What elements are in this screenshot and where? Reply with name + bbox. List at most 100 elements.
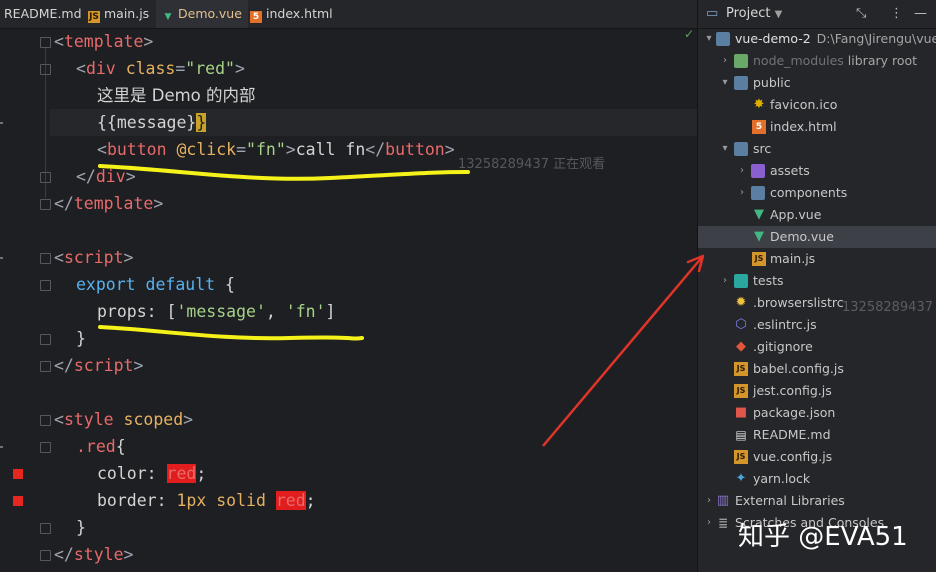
tree-item-external-libraries[interactable]: › ▥ External Libraries [698,490,936,512]
tree-item-main-js[interactable]: JS main.js [698,248,936,270]
color-swatch-marker[interactable] [13,469,23,479]
text-cursor: } [196,113,207,132]
inspection-ok-icon[interactable]: ✓ [684,27,694,41]
tree-item-demo-vue[interactable]: ▼ Demo.vue [698,226,936,248]
editor-tab-bar: README.md JS main.js ▼ Demo.vue 5 index.htm… [0,0,697,29]
code-line-20[interactable]: </style> [54,541,133,568]
html-file-icon: 5 [752,120,766,134]
vue-file-icon: ▼ [754,207,764,222]
chevron-right-icon: › [707,495,711,506]
code-line-10[interactable]: export default { [76,271,235,298]
code-line-15[interactable]: <style scoped> [54,406,193,433]
collapse-all-icon[interactable]: ⤡ [856,6,866,21]
viewer-watermark-right: 13258289437 [842,300,933,315]
tree-item-tests[interactable]: › tests [698,270,936,292]
git-icon: ◆ [736,339,746,354]
fold-toggle[interactable] [40,280,51,291]
folder-icon [734,76,748,90]
code-line-16[interactable]: .red{ [76,433,126,460]
project-view-selector[interactable]: Project ▼ [726,6,782,21]
tree-item-favicon[interactable]: ✸ favicon.ico [698,94,936,116]
tab-readme[interactable]: README.md [4,0,86,28]
code-line-9[interactable]: <script> [54,244,133,271]
fold-toggle[interactable] [40,442,51,453]
browserslist-icon: ✹ [735,295,747,310]
code-line-2[interactable]: <div class="red"> [76,55,245,82]
markdown-icon: ▤ [735,428,747,442]
code-line-18[interactable]: border: 1px solid red; [97,487,316,514]
folder-icon [751,186,765,200]
tree-item-index-html[interactable]: 5 index.html [698,116,936,138]
fold-toggle[interactable] [40,550,51,561]
fold-toggle[interactable] [40,415,51,426]
chevron-right-icon: › [740,187,744,198]
fold-toggle[interactable] [40,172,51,183]
chevron-right-icon: › [723,55,727,66]
folder-icon [716,32,730,46]
line-marker [0,122,3,124]
tab-demo-vue[interactable]: ▼ Demo.vue [156,0,248,28]
folder-icon [734,142,748,156]
scratches-icon: ≣ [717,516,729,530]
code-line-7[interactable]: </template> [54,190,163,217]
tree-item-src[interactable]: ▾ src [698,138,936,160]
tree-item-app-vue[interactable]: ▼ App.vue [698,204,936,226]
eslint-icon: ⬡ [735,317,747,332]
fold-toggle[interactable] [40,37,51,48]
fold-toggle[interactable] [40,361,51,372]
folder-icon [734,274,748,288]
tree-item-package-json[interactable]: ■ package.json [698,402,936,424]
chevron-right-icon: › [707,517,711,528]
fold-toggle[interactable] [40,199,51,210]
code-line-3[interactable]: 这里是 Demo 的内部 [97,82,256,109]
tree-item-vue-config[interactable]: JS vue.config.js [698,446,936,468]
code-line-13[interactable]: </script> [54,352,143,379]
code-line-11[interactable]: props: ['message', 'fn'] [97,298,335,325]
tab-index-html[interactable]: 5 index.html [250,0,333,28]
tree-item-yarn-lock[interactable]: ✦ yarn.lock [698,468,936,490]
tree-item-babel-config[interactable]: JS babel.config.js [698,358,936,380]
chevron-right-icon: › [740,165,744,176]
project-panel-header: ▭ Project ▼ ⤡ ⋮ — [698,0,936,29]
favicon-icon: ✸ [753,97,765,112]
tree-item-public[interactable]: ▾ public [698,72,936,94]
viewer-watermark: 13258289437 正在观看 [458,157,606,172]
code-line-19[interactable]: } [76,514,86,541]
js-file-icon: JS [734,362,748,376]
more-options-icon[interactable]: ⋮ [890,6,903,21]
tree-item-components[interactable]: › components [698,182,936,204]
tree-item-readme[interactable]: ▤ README.md [698,424,936,446]
chevron-down-icon: ▾ [722,77,728,88]
code-line-17[interactable]: color: red; [97,460,206,487]
hide-panel-icon[interactable]: — [914,6,927,21]
project-panel: ▭ Project ▼ ⤡ ⋮ — ▾ vue-demo-2 D:\Fang\Ji… [698,0,936,572]
fold-toggle[interactable] [40,334,51,345]
code-line-4[interactable]: {{message}} [97,109,207,136]
folder-icon [734,54,748,68]
tab-main-js[interactable]: JS main.js [88,0,149,28]
code-line-5[interactable]: <button @click="fn">call fn</button> [97,136,455,163]
fold-toggle[interactable] [40,64,51,75]
tree-item-root[interactable]: ▾ vue-demo-2 D:\Fang\Jirengu\vue [698,28,936,50]
library-icon: ▥ [716,493,730,508]
code-line-12[interactable]: } [76,325,86,352]
yarn-icon: ✦ [735,471,747,486]
code-line-1[interactable]: <template> [54,28,153,55]
vue-file-icon: ▼ [164,12,172,22]
project-folder-icon: ▭ [706,6,719,21]
tree-item-gitignore[interactable]: ◆ .gitignore [698,336,936,358]
tree-item-eslintrc[interactable]: ⬡ .eslintrc.js [698,314,936,336]
npm-icon: ■ [734,405,748,420]
color-swatch-marker[interactable] [13,496,23,506]
tree-item-assets[interactable]: › assets [698,160,936,182]
tree-item-jest-config[interactable]: JS jest.config.js [698,380,936,402]
fold-toggle[interactable] [40,253,51,264]
chevron-down-icon: ▼ [774,9,783,20]
tree-item-node-modules[interactable]: › node_modules library root [698,50,936,72]
code-line-6[interactable]: </div> [76,163,136,190]
vue-file-icon: ▼ [754,229,764,244]
code-editor: README.md JS main.js ▼ Demo.vue 5 index.htm… [0,0,697,572]
js-file-icon: JS [752,252,766,266]
fold-toggle[interactable] [40,523,51,534]
zhihu-watermark: 知乎 @EVA51 [738,522,908,552]
